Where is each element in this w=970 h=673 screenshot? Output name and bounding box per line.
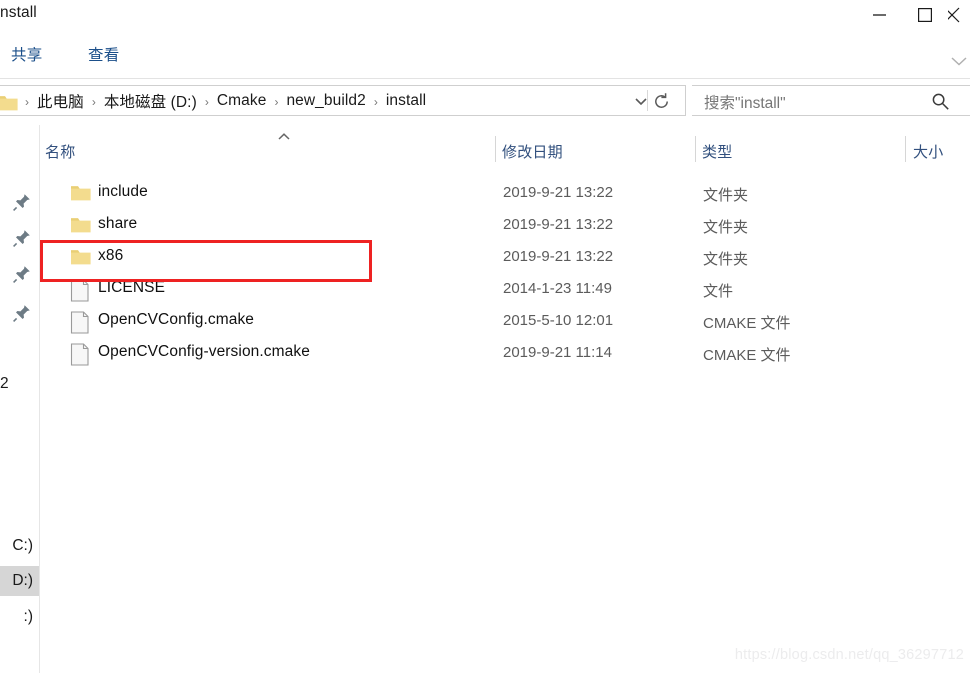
title-bar: nstall — [0, 0, 970, 30]
pin-icon[interactable] — [12, 264, 32, 284]
folder-icon — [70, 183, 92, 205]
file-type: 文件夹 — [703, 251, 749, 268]
breadcrumb-separator: › — [274, 94, 279, 109]
file-name: LICENSE — [98, 279, 166, 296]
breadcrumb-separator: › — [91, 94, 96, 109]
file-date: 2019-9-21 13:22 — [503, 216, 614, 233]
column-header-name[interactable]: 名称 — [45, 141, 75, 162]
file-explorer-window: nstall 共享 查看 › 此电脑 › 本地磁盘 (D:) › Cmake ›… — [0, 0, 970, 673]
search-box[interactable]: 搜索"install" — [692, 85, 970, 116]
column-divider[interactable] — [695, 136, 696, 162]
ribbon-expand-button[interactable] — [948, 52, 970, 70]
window-title: nstall — [0, 4, 37, 21]
nav-item-drive-c[interactable]: C:) — [0, 531, 39, 561]
file-icon — [70, 311, 92, 334]
column-header-type[interactable]: 类型 — [702, 141, 732, 162]
breadcrumb: › 此电脑 › 本地磁盘 (D:) › Cmake › new_build2 ›… — [19, 86, 428, 115]
ribbon-divider — [0, 78, 970, 79]
pin-icon[interactable] — [12, 228, 32, 248]
table-row[interactable]: include 2019-9-21 13:22 文件夹 — [40, 178, 970, 210]
address-divider — [647, 90, 648, 111]
nav-item-label: D:) — [12, 572, 33, 589]
file-type: 文件夹 — [703, 187, 749, 204]
refresh-button[interactable] — [652, 92, 671, 111]
table-row[interactable]: share 2019-9-21 13:22 文件夹 — [40, 210, 970, 242]
tab-view[interactable]: 查看 — [88, 43, 119, 65]
breadcrumb-item-install[interactable]: install — [384, 92, 428, 110]
table-row[interactable]: LICENSE 2014-1-23 11:49 文件 — [40, 274, 970, 306]
file-date: 2014-1-23 11:49 — [503, 280, 612, 297]
breadcrumb-separator: › — [25, 94, 29, 109]
close-icon — [948, 7, 960, 23]
search-input[interactable]: 搜索"install" — [704, 91, 786, 113]
tab-share[interactable]: 共享 — [11, 43, 42, 65]
address-bar[interactable]: › 此电脑 › 本地磁盘 (D:) › Cmake › new_build2 ›… — [0, 85, 686, 116]
file-type: 文件夹 — [703, 219, 749, 236]
chevron-down-icon — [948, 57, 970, 74]
minimize-button[interactable] — [856, 0, 902, 30]
file-list: include 2019-9-21 13:22 文件夹 share 2019-9… — [40, 178, 970, 370]
column-header-date[interactable]: 修改日期 — [502, 141, 563, 162]
ribbon-tab-strip: 共享 查看 — [0, 30, 970, 78]
file-icon — [70, 279, 92, 302]
file-name: share — [98, 215, 138, 232]
folder-icon — [70, 215, 92, 237]
column-divider[interactable] — [495, 136, 496, 162]
breadcrumb-item-cmake[interactable]: Cmake — [215, 92, 269, 110]
nav-item-drive-other[interactable]: :) — [0, 602, 39, 632]
window-controls — [856, 0, 970, 30]
refresh-icon — [652, 93, 671, 115]
breadcrumb-item-this-pc[interactable]: 此电脑 — [35, 90, 86, 112]
address-bar-row: › 此电脑 › 本地磁盘 (D:) › Cmake › new_build2 ›… — [0, 85, 970, 125]
breadcrumb-separator: › — [204, 94, 209, 109]
breadcrumb-item-new-build2[interactable]: new_build2 — [284, 92, 367, 110]
file-name: x86 — [98, 247, 124, 264]
nav-item-label: C:) — [12, 537, 33, 554]
close-button[interactable] — [948, 0, 970, 30]
maximize-icon — [918, 8, 932, 22]
pin-icon[interactable] — [12, 192, 32, 212]
pin-icon[interactable] — [12, 303, 32, 323]
file-date: 2019-9-21 11:14 — [503, 344, 612, 361]
breadcrumb-separator: › — [373, 94, 378, 109]
file-type: 文件 — [703, 283, 734, 300]
file-date: 2015-5-10 12:01 — [503, 312, 614, 329]
file-name: OpenCVConfig-version.cmake — [98, 343, 310, 360]
column-header-size[interactable]: 大小 — [913, 141, 943, 162]
file-name: OpenCVConfig.cmake — [98, 311, 255, 328]
breadcrumb-item-local-disk-d[interactable]: 本地磁盘 (D:) — [102, 90, 199, 112]
folder-icon — [0, 93, 18, 111]
file-date: 2019-9-21 13:22 — [503, 248, 614, 265]
nav-item-drive-d[interactable]: D:) — [0, 566, 39, 596]
file-name: include — [98, 183, 148, 200]
column-divider[interactable] — [905, 136, 906, 162]
file-type: CMAKE 文件 — [703, 347, 791, 364]
nav-item-fragment[interactable]: 2 — [0, 375, 9, 393]
search-icon[interactable] — [932, 93, 949, 110]
table-row[interactable]: OpenCVConfig.cmake 2015-5-10 12:01 CMAKE… — [40, 306, 970, 338]
minimize-icon — [872, 10, 886, 20]
navigation-pane: 2 C:) D:) :) — [0, 125, 40, 673]
nav-item-label: :) — [23, 608, 33, 625]
file-type: CMAKE 文件 — [703, 315, 791, 332]
file-date: 2019-9-21 13:22 — [503, 184, 614, 201]
caret-up-icon — [276, 130, 292, 142]
table-row[interactable]: OpenCVConfig-version.cmake 2019-9-21 11:… — [40, 338, 970, 370]
table-row[interactable]: x86 2019-9-21 13:22 文件夹 — [40, 242, 970, 274]
address-history-button[interactable] — [631, 94, 651, 108]
watermark: https://blog.csdn.net/qq_36297712 — [734, 647, 964, 663]
folder-icon — [70, 247, 92, 269]
file-icon — [70, 343, 92, 366]
column-header-row: 名称 修改日期 类型 大小 — [40, 132, 970, 168]
chevron-down-icon — [631, 95, 651, 112]
maximize-button[interactable] — [902, 0, 948, 30]
